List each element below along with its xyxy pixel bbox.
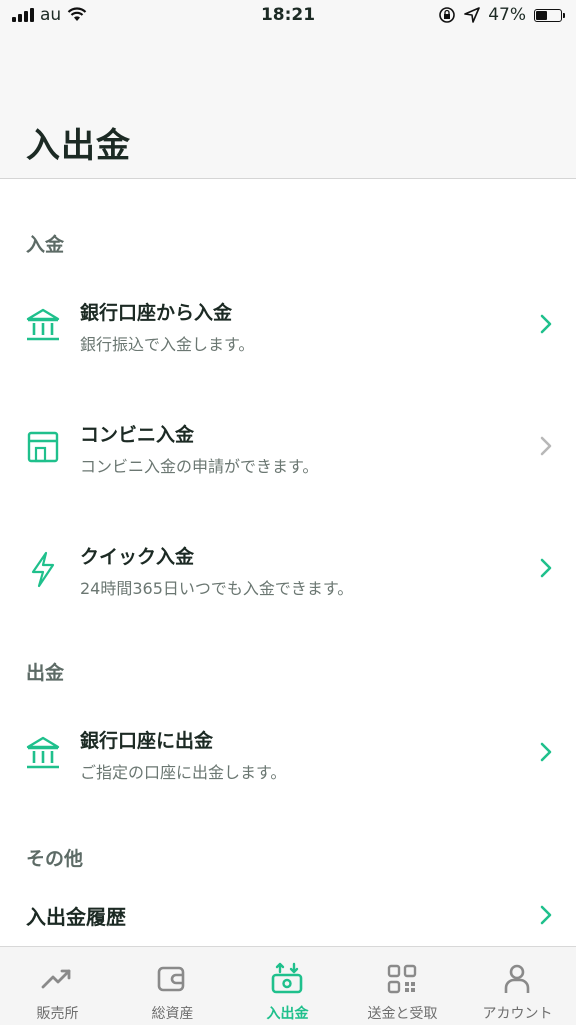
location-icon xyxy=(464,7,481,23)
chevron-right-icon xyxy=(540,905,552,925)
chevron-right-icon xyxy=(540,742,552,762)
bank-icon xyxy=(26,736,60,769)
qr-icon xyxy=(387,964,417,994)
person-icon xyxy=(504,964,530,993)
tab-label: 入出金 xyxy=(266,1006,309,1022)
withdraw-bank-item[interactable]: 銀行口座に出金 ご指定の口座に出金します。 xyxy=(0,698,576,808)
tab-send-receive[interactable]: 送金と受取 xyxy=(345,947,460,1025)
section-label-other: その他 xyxy=(26,848,84,870)
rotation-lock-icon xyxy=(439,7,456,23)
tab-label: アカウント xyxy=(482,1006,553,1022)
tab-label: 送金と受取 xyxy=(367,1006,438,1022)
tab-deposit-withdraw[interactable]: 入出金 xyxy=(230,947,345,1025)
battery-percent: 47% xyxy=(488,5,526,25)
wallet-icon xyxy=(157,966,185,992)
status-right: 47% xyxy=(438,5,565,25)
item-title: コンビニ入金 xyxy=(80,424,195,446)
deposit-quick-item[interactable]: クイック入金 24時間365日いつでも入金できます。 xyxy=(0,514,576,624)
chevron-right-icon xyxy=(540,314,552,334)
tab-label: 総資産 xyxy=(151,1006,194,1022)
tab-exchange[interactable]: 販売所 xyxy=(0,947,115,1025)
chart-icon xyxy=(41,969,71,989)
lightning-icon xyxy=(31,551,55,588)
item-title: 銀行口座から入金 xyxy=(80,302,233,324)
page-header: 入出金 xyxy=(0,32,576,179)
item-subtitle: ご指定の口座に出金します。 xyxy=(80,763,287,782)
bank-icon xyxy=(26,308,60,341)
item-title: 銀行口座に出金 xyxy=(80,730,214,752)
transfer-icon xyxy=(271,962,303,994)
tab-account[interactable]: アカウント xyxy=(460,947,575,1025)
item-subtitle: 銀行振込で入金します。 xyxy=(80,335,255,354)
history-item[interactable]: 入出金履歴 xyxy=(0,888,576,944)
tab-label: 販売所 xyxy=(36,1006,79,1022)
battery-icon xyxy=(534,8,565,22)
tab-bar: 販売所 総資産 入出金 送金と受取 アカウント xyxy=(0,946,576,1025)
deposit-convenience-store-item[interactable]: コンビニ入金 コンビニ入金の申請ができます。 xyxy=(0,392,576,502)
item-subtitle: 24時間365日いつでも入金できます。 xyxy=(80,579,354,598)
chevron-right-icon xyxy=(540,436,552,456)
section-label-withdraw: 出金 xyxy=(26,662,65,684)
store-icon xyxy=(27,431,59,463)
item-title: クイック入金 xyxy=(80,546,195,568)
section-label-deposit: 入金 xyxy=(26,234,65,256)
status-bar: au 18:21 47% xyxy=(0,0,576,32)
item-subtitle: コンビニ入金の申請ができます。 xyxy=(80,457,319,476)
deposit-bank-item[interactable]: 銀行口座から入金 銀行振込で入金します。 xyxy=(0,270,576,380)
chevron-right-icon xyxy=(540,558,552,578)
history-title: 入出金履歴 xyxy=(26,905,126,929)
tab-assets[interactable]: 総資産 xyxy=(115,947,230,1025)
page-title: 入出金 xyxy=(26,126,131,166)
